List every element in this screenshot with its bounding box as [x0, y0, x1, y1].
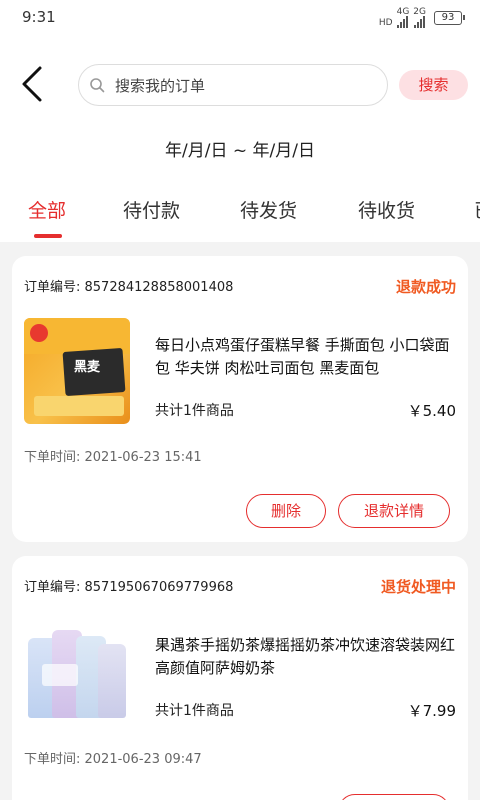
product-count: 共计1件商品 [155, 703, 234, 719]
date-range-picker[interactable]: 年/月/日 ~ 年/月/日 [0, 136, 480, 161]
product-image[interactable] [24, 624, 130, 730]
product-image-label: 黑麦 [74, 360, 101, 375]
signal-icon [397, 16, 409, 28]
order-action-button[interactable] [338, 794, 450, 800]
search-icon [90, 78, 105, 93]
order-number: 订单编号: 857195067069779968 [24, 580, 234, 595]
battery-icon: 93 [434, 11, 465, 25]
search-button[interactable]: 搜索 [399, 70, 468, 100]
product-name[interactable]: 果遇茶手摇奶茶爆摇摇奶茶冲饮速溶袋装网红高颜值阿萨姆奶茶 [155, 634, 455, 680]
status-time: 9:31 [22, 8, 56, 26]
network-2g-label: 2G [413, 7, 426, 17]
product-count: 共计1件商品 [155, 403, 234, 419]
search-input[interactable] [115, 73, 375, 99]
order-status: 退款成功 [395, 278, 456, 296]
tab-pending-receipt[interactable]: 待收货 [358, 196, 415, 223]
tab-all[interactable]: 全部 [28, 196, 66, 223]
order-time: 下单时间: 2021-06-23 15:41 [24, 450, 202, 465]
tab-pending-payment[interactable]: 待付款 [123, 196, 180, 223]
refund-details-button[interactable]: 退款详情 [338, 494, 450, 528]
brand-logo-icon [30, 324, 48, 342]
order-time: 下单时间: 2021-06-23 09:47 [24, 752, 202, 767]
active-tab-indicator [34, 234, 62, 238]
product-price: ￥5.40 [407, 402, 456, 420]
network-4g-label: 4G [396, 7, 410, 17]
header: 搜索 年/月/日 ~ 年/月/日 全部 待付款 待发货 待收货 已 [0, 34, 480, 242]
search-box[interactable] [78, 64, 388, 106]
product-name[interactable]: 每日小点鸡蛋仔蛋糕早餐 手撕面包 小口袋面包 华夫饼 肉松吐司面包 黑麦面包 [155, 334, 455, 380]
back-arrow-icon[interactable] [18, 64, 50, 104]
order-status: 退货处理中 [380, 578, 456, 596]
order-tabs: 全部 待付款 待发货 待收货 已 [0, 196, 480, 242]
signal-icon-2 [414, 16, 426, 28]
status-icons: HD 4G 2G 93 [378, 7, 465, 28]
tab-completed[interactable]: 已 [474, 196, 480, 223]
delete-button[interactable]: 删除 [246, 494, 326, 528]
hd-label: HD [378, 18, 393, 28]
tab-pending-shipment[interactable]: 待发货 [240, 196, 297, 223]
order-card[interactable]: 订单编号: 857195067069779968 退货处理中 果遇茶手摇奶茶爆摇… [12, 556, 468, 800]
status-bar: 9:31 HD 4G 2G 93 [0, 0, 480, 34]
order-card[interactable]: 订单编号: 857284128858001408 退款成功 黑麦 每日小点鸡蛋仔… [12, 256, 468, 542]
product-price: ￥7.99 [407, 702, 456, 720]
product-image[interactable]: 黑麦 [24, 318, 130, 424]
order-number: 订单编号: 857284128858001408 [24, 280, 234, 295]
